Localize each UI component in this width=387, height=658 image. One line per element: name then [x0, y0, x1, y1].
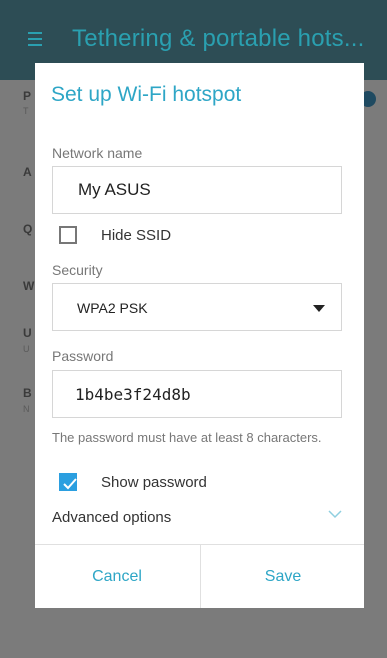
app-title: Tethering & portable hots... — [72, 25, 365, 52]
menu-icon — [28, 32, 42, 46]
bg-row-initial: P — [23, 89, 32, 103]
dropdown-arrow-icon — [313, 305, 325, 312]
cancel-button[interactable]: Cancel — [35, 545, 199, 608]
password-hint: The password must have at least 8 charac… — [52, 430, 322, 445]
dialog-title: Set up Wi-Fi hotspot — [51, 83, 242, 106]
show-password-label: Show password — [101, 474, 207, 491]
bg-row-initial: U — [23, 326, 32, 340]
wifi-hotspot-dialog: Set up Wi-Fi hotspot Network name Hide S… — [35, 63, 364, 608]
advanced-options-label[interactable]: Advanced options — [52, 509, 171, 526]
chevron-down-icon[interactable] — [327, 509, 343, 519]
hide-ssid-checkbox[interactable] — [59, 226, 77, 244]
password-label: Password — [52, 348, 114, 364]
network-name-input[interactable] — [53, 167, 341, 213]
show-password-checkbox[interactable] — [59, 473, 77, 491]
bg-row-sub-initial: T — [23, 106, 29, 116]
security-select-value: WPA2 PSK — [77, 300, 148, 316]
bg-row-sub-initial: U — [23, 344, 30, 354]
bg-row-initial: B — [23, 386, 32, 400]
bg-row-initial: W — [23, 279, 35, 293]
password-input[interactable] — [53, 371, 341, 417]
network-name-field — [52, 166, 342, 214]
network-name-label: Network name — [52, 145, 143, 161]
bg-row-sub-initial: N — [23, 404, 30, 414]
hide-ssid-label: Hide SSID — [101, 227, 172, 244]
save-button[interactable]: Save — [201, 545, 365, 608]
security-label: Security — [52, 262, 103, 278]
checkmark-icon — [63, 478, 77, 490]
security-select[interactable]: WPA2 PSK — [52, 283, 342, 331]
bg-row-initial: A — [23, 165, 32, 179]
password-field — [52, 370, 342, 418]
bg-row-initial: Q — [23, 222, 33, 236]
